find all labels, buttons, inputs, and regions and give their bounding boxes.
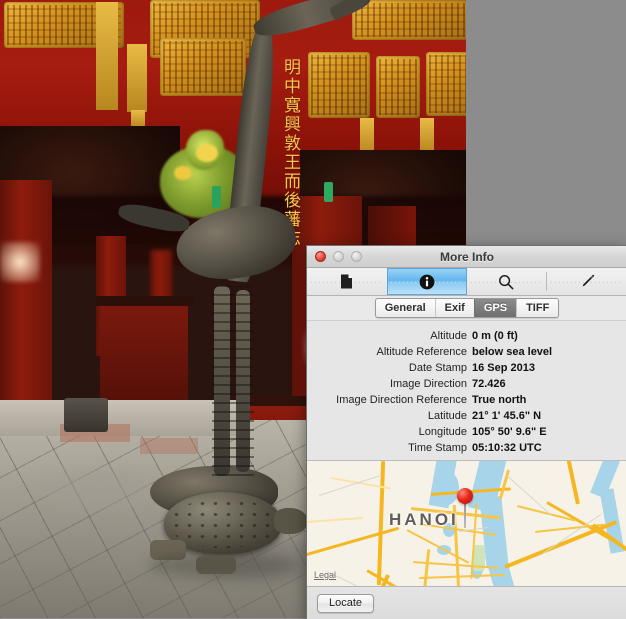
minimize-button[interactable]	[333, 251, 344, 262]
toolbar	[307, 268, 626, 296]
bronze-vessel	[64, 398, 108, 432]
info-icon	[419, 274, 435, 289]
metadata-row: Altitude Reference below sea level	[307, 344, 626, 360]
metadata-row: Latitude 21° 1' 45.6" N	[307, 408, 626, 424]
search-icon-button[interactable]	[467, 268, 547, 295]
legal-link[interactable]: Legal	[314, 570, 336, 580]
metadata-row: Date Stamp 16 Sep 2013	[307, 360, 626, 376]
metadata-label: Longitude	[418, 426, 467, 438]
info-icon-button[interactable]	[386, 268, 467, 295]
more-info-window: More Info General Exif GPS TIFF Altitude…	[306, 245, 626, 619]
gold-pendant	[96, 2, 118, 110]
gold-carving-panel	[352, 0, 466, 40]
gold-pendant	[360, 118, 374, 154]
metadata-row: Image Direction Reference True north	[307, 392, 626, 408]
gold-carving-panel	[376, 56, 420, 118]
cabinet-top	[96, 296, 194, 306]
metadata-value: True north	[472, 394, 527, 406]
location-map[interactable]: HANOI Legal	[307, 460, 626, 586]
metadata-label: Image Direction Reference	[336, 394, 467, 406]
tab-exif[interactable]: Exif	[434, 299, 474, 317]
pin-head	[457, 488, 473, 504]
gps-metadata-list: Altitude 0 m (0 ft) Altitude Reference b…	[307, 321, 626, 460]
locate-button[interactable]: Locate	[317, 593, 375, 613]
metadata-value: 105° 50' 9.6" E	[472, 426, 547, 438]
map-pin-marker[interactable]	[457, 488, 473, 528]
metadata-value: 0 m (0 ft)	[472, 330, 518, 342]
metadata-row: Altitude 0 m (0 ft)	[307, 328, 626, 344]
metadata-value: below sea level	[472, 346, 553, 358]
yellow-flower	[196, 144, 218, 162]
calligraphy-column: 明中寬興敦王而後藩志	[280, 58, 300, 248]
window-titlebar[interactable]: More Info	[307, 246, 626, 268]
west-lake	[435, 471, 459, 505]
window-footer: Locate	[307, 586, 626, 619]
pencil-icon-button[interactable]	[547, 268, 626, 295]
turtle-head	[274, 508, 308, 534]
brick-tile	[140, 438, 198, 454]
pencil-icon	[582, 274, 595, 287]
close-button[interactable]	[315, 251, 326, 262]
tab-gps[interactable]: GPS	[473, 299, 517, 317]
gold-carving-panel	[160, 38, 246, 96]
metadata-label: Image Direction	[389, 378, 467, 390]
leg-rings	[212, 286, 254, 476]
tab-bar-container: General Exif GPS TIFF	[307, 296, 626, 321]
statue-shadow	[148, 552, 298, 578]
gold-pendant	[420, 118, 434, 152]
lantern-glow	[0, 242, 40, 282]
metadata-row: Longitude 105° 50' 9.6" E	[307, 424, 626, 440]
document-icon	[341, 274, 353, 289]
tab-bar: General Exif GPS TIFF	[374, 298, 560, 318]
green-stem	[212, 186, 221, 208]
document-icon-button[interactable]	[307, 268, 387, 295]
metadata-label: Latitude	[427, 410, 467, 422]
metadata-label: Altitude	[430, 330, 467, 342]
metadata-value: 05:10:32 UTC	[472, 442, 542, 454]
gold-pendant	[127, 44, 147, 112]
metadata-row: Image Direction 72.426	[307, 376, 626, 392]
gold-carving-panel	[426, 52, 466, 116]
tab-tiff[interactable]: TIFF	[516, 299, 558, 317]
traffic-light-group	[315, 251, 362, 262]
metadata-row: Time Stamp 05:10:32 UTC	[307, 440, 626, 456]
gold-carving-panel	[308, 52, 370, 118]
green-object	[324, 182, 333, 202]
zoom-button[interactable]	[351, 251, 362, 262]
yellow-flower	[174, 166, 192, 180]
tab-general[interactable]: General	[376, 299, 435, 317]
search-icon	[499, 274, 514, 289]
metadata-value: 21° 1' 45.6" N	[472, 410, 542, 422]
metadata-label: Date Stamp	[408, 362, 467, 374]
metadata-value: 72.426	[472, 378, 506, 390]
floor-texture	[40, 470, 160, 510]
metadata-label: Altitude Reference	[376, 346, 468, 358]
metadata-value: 16 Sep 2013	[472, 362, 535, 374]
metadata-label: Time Stamp	[408, 442, 467, 454]
